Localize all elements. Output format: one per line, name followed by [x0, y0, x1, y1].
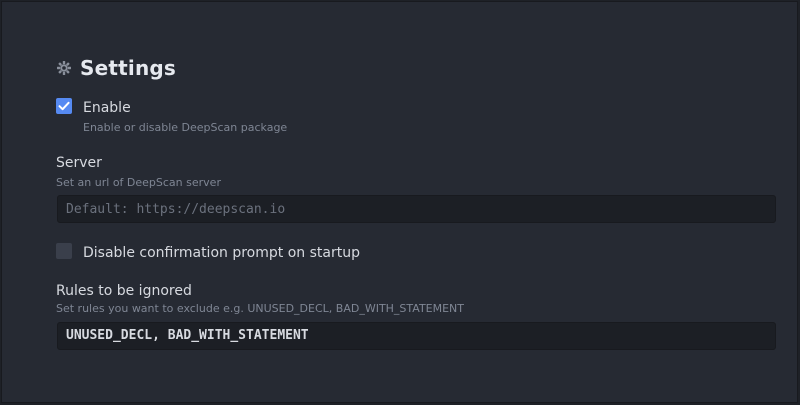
rules-label: Rules to be ignored [56, 283, 192, 299]
settings-panel: Settings Enable Enable or disable DeepSc… [1, 1, 798, 403]
page-title: Settings [80, 56, 177, 80]
disable-prompt-checkbox[interactable] [56, 243, 72, 259]
checkmark-icon [58, 101, 70, 111]
enable-checkbox[interactable] [56, 98, 72, 114]
disable-prompt-label[interactable]: Disable confirmation prompt on startup [83, 245, 360, 261]
settings-header: Settings [56, 56, 176, 80]
rules-input[interactable]: UNUSED_DECL, BAD_WITH_STATEMENT [57, 322, 776, 350]
server-description: Set an url of DeepScan server [56, 176, 221, 189]
server-label: Server [56, 155, 102, 171]
server-input[interactable] [57, 195, 776, 223]
rules-description: Set rules you want to exclude e.g. UNUSE… [56, 302, 465, 315]
gear-icon [57, 61, 71, 75]
enable-label[interactable]: Enable [83, 100, 131, 116]
enable-description: Enable or disable DeepScan package [83, 121, 288, 134]
